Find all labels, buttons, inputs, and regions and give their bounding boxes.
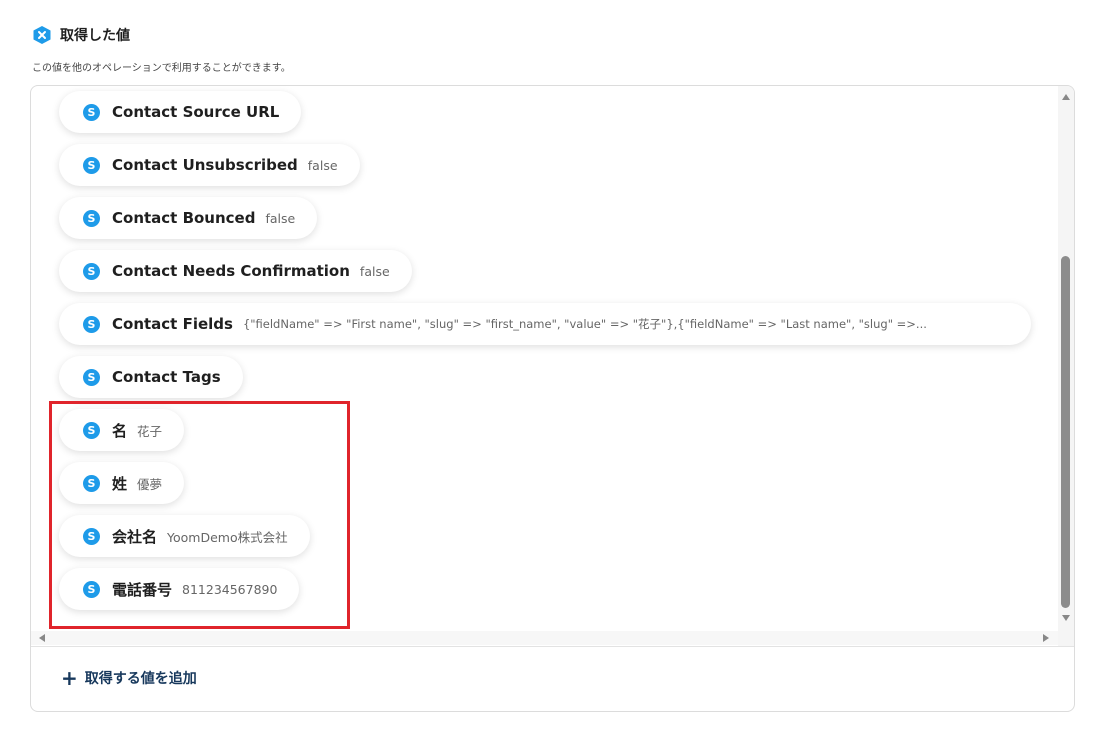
values-panel: S Contact Source URL S Contact Unsubscri…: [30, 85, 1075, 712]
scroll-down-arrow-icon[interactable]: [1062, 615, 1070, 621]
value-text: {"fieldName" => "First name", "slug" => …: [242, 317, 927, 331]
value-text: 優夢: [137, 476, 163, 492]
value-label: Contact Needs Confirmation: [112, 262, 350, 280]
add-value-label: 取得する値を追加: [84, 671, 197, 687]
values-list: S Contact Source URL S Contact Unsubscri…: [31, 86, 1074, 646]
sendgrid-s-icon: S: [83, 156, 100, 174]
scroll-right-arrow-icon[interactable]: [1043, 634, 1049, 642]
value-label: Contact Fields: [112, 315, 233, 333]
value-pill-contact-tags[interactable]: S Contact Tags: [59, 356, 243, 398]
section-title: 取得した値: [60, 28, 130, 44]
divider: [31, 646, 1074, 647]
value-text: false: [359, 263, 390, 279]
value-label: Contact Source URL: [112, 103, 280, 121]
section-header: 取得した値: [32, 24, 130, 46]
value-pill-last-name[interactable]: S 姓 優夢: [59, 462, 185, 504]
value-pill-contact-unsubscribed[interactable]: S Contact Unsubscribed false: [59, 144, 360, 186]
sendgrid-s-icon: S: [83, 262, 100, 280]
scrollbar-thumb[interactable]: [1061, 256, 1070, 608]
value-label: 会社名: [112, 527, 158, 546]
sendgrid-s-icon: S: [83, 527, 100, 545]
sendgrid-s-icon: S: [83, 580, 100, 598]
scroll-up-arrow-icon[interactable]: [1062, 94, 1070, 100]
value-label: Contact Bounced: [112, 209, 256, 227]
value-pill-contact-needs-confirmation[interactable]: S Contact Needs Confirmation false: [59, 250, 412, 292]
horizontal-scrollbar[interactable]: [31, 631, 1058, 645]
value-label: 姓: [112, 474, 128, 493]
sendgrid-s-icon: S: [83, 421, 100, 439]
value-text: false: [265, 210, 296, 226]
sendgrid-s-icon: S: [83, 315, 100, 333]
value-text: 花子: [137, 423, 163, 439]
sendgrid-s-icon: S: [83, 103, 100, 121]
value-pill-contact-source-url[interactable]: S Contact Source URL: [59, 91, 302, 133]
value-text: 811234567890: [182, 581, 278, 597]
scroll-left-arrow-icon[interactable]: [39, 634, 45, 642]
value-label: Contact Unsubscribed: [112, 156, 298, 174]
value-pill-contact-bounced[interactable]: S Contact Bounced false: [59, 197, 318, 239]
value-pill-company-name[interactable]: S 会社名 YoomDemo株式会社: [59, 515, 310, 557]
value-pill-first-name[interactable]: S 名 花子: [59, 409, 185, 451]
sendgrid-s-icon: S: [83, 368, 100, 386]
value-label: 電話番号: [112, 580, 173, 599]
value-pill-phone-number[interactable]: S 電話番号 811234567890: [59, 568, 300, 610]
value-text: false: [307, 157, 338, 173]
value-label: Contact Tags: [112, 368, 221, 386]
yoom-logo-icon: [33, 26, 51, 44]
vertical-scrollbar[interactable]: [1058, 86, 1074, 646]
value-label: 名: [112, 421, 128, 440]
plus-icon: +: [61, 666, 78, 690]
section-subtitle: この値を他のオペレーションで利用することができます。: [32, 63, 291, 74]
sendgrid-s-icon: S: [83, 474, 100, 492]
sendgrid-s-icon: S: [83, 209, 100, 227]
value-pill-contact-fields[interactable]: S Contact Fields {"fieldName" => "First …: [59, 303, 1031, 345]
value-text: YoomDemo株式会社: [167, 529, 288, 545]
add-value-button[interactable]: + 取得する値を追加: [61, 666, 197, 690]
